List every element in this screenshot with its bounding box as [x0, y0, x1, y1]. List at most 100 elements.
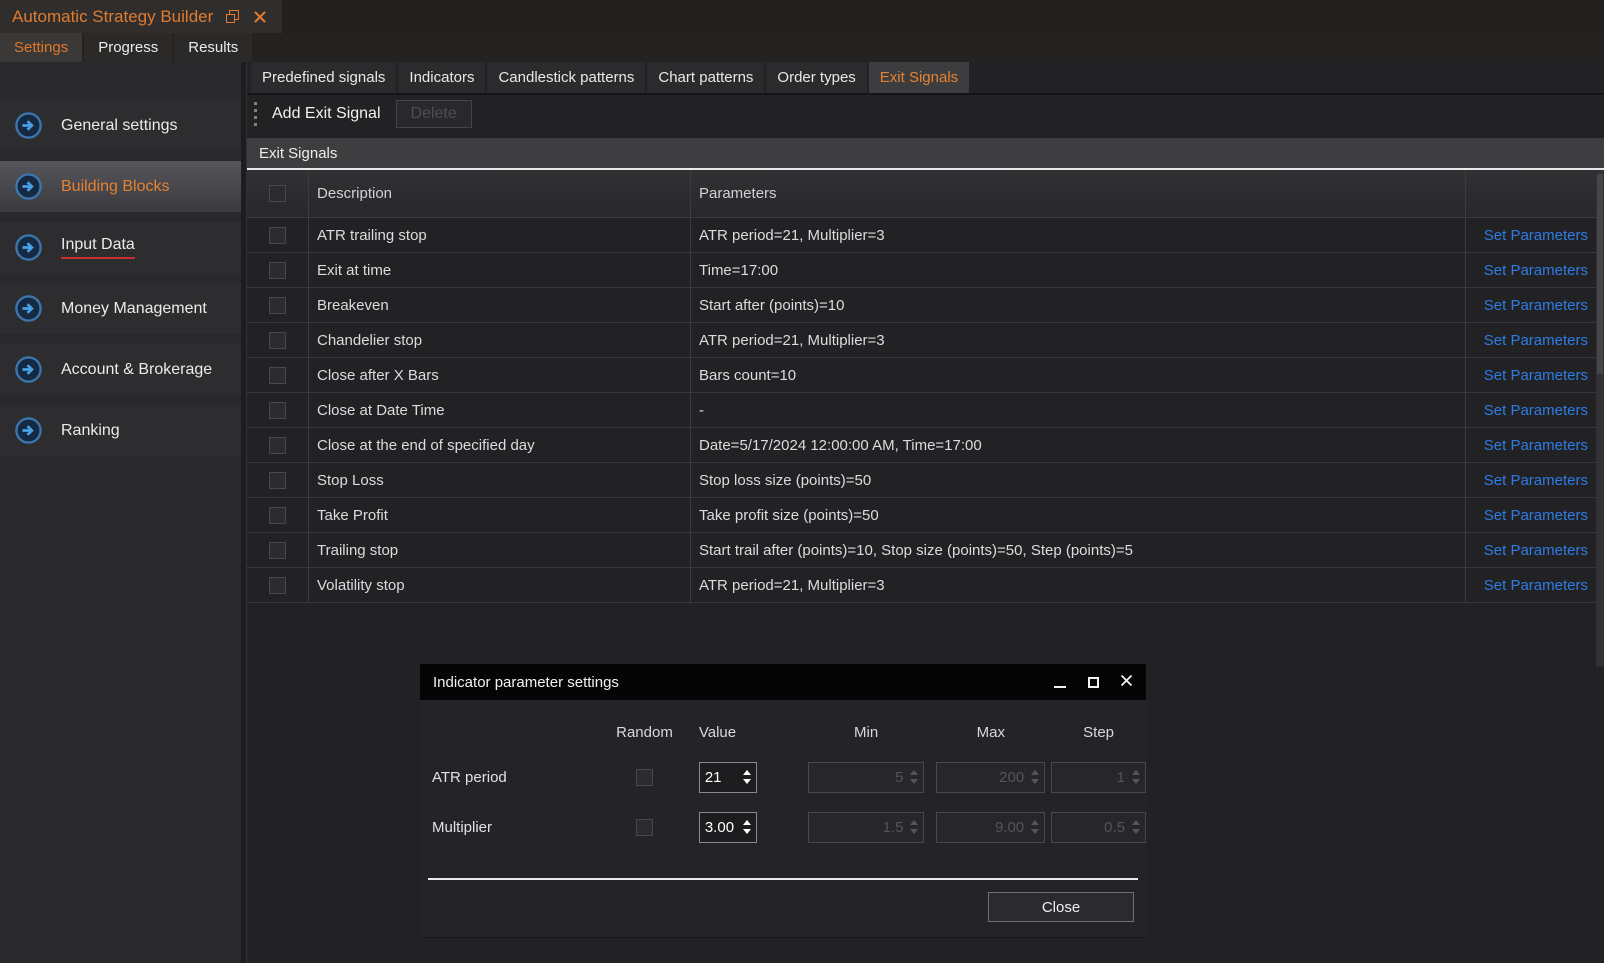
step-cell: 1 — [1051, 762, 1146, 793]
dialog-window-controls — [1054, 674, 1133, 691]
row-checkbox-cell — [247, 533, 308, 567]
set-parameters-link[interactable]: Set Parameters — [1484, 542, 1588, 559]
up-down-arrows-icon[interactable] — [743, 770, 751, 784]
row-checkbox[interactable] — [269, 507, 286, 524]
vertical-scrollbar[interactable] — [1596, 172, 1604, 667]
row-parameters: Stop loss size (points)=50 — [690, 463, 1465, 497]
set-parameters-link[interactable]: Set Parameters — [1484, 402, 1588, 419]
doc-tab-settings[interactable]: Settings — [0, 33, 82, 62]
circle-arrow-right-icon — [14, 233, 43, 262]
row-description: Take Profit — [308, 498, 690, 532]
circle-arrow-right-icon — [14, 416, 43, 445]
row-checkbox[interactable] — [269, 332, 286, 349]
row-checkbox[interactable] — [269, 437, 286, 454]
parameters-column-header[interactable]: Parameters — [690, 170, 1465, 217]
row-checkbox[interactable] — [269, 402, 286, 419]
table-row[interactable]: Stop Loss Stop loss size (points)=50 Set… — [247, 463, 1604, 498]
table-row[interactable]: Close at Date Time - Set Parameters — [247, 393, 1604, 428]
building-blocks-tab-bar: Predefined signals Indicators Candlestick … — [247, 62, 1604, 95]
tab-predefined-signals[interactable]: Predefined signals — [251, 62, 396, 93]
set-parameters-link[interactable]: Set Parameters — [1484, 227, 1588, 244]
set-parameters-link[interactable]: Set Parameters — [1484, 367, 1588, 384]
up-down-arrows-icon[interactable] — [743, 820, 751, 834]
sidebar-item-label: Account & Brokerage — [61, 361, 212, 379]
sidebar-item-input-data[interactable]: Input Data — [0, 222, 241, 273]
random-column-header: Random — [590, 724, 699, 741]
set-parameters-link[interactable]: Set Parameters — [1484, 332, 1588, 349]
tab-candlestick-patterns[interactable]: Candlestick patterns — [487, 62, 645, 93]
row-action-cell: Set Parameters — [1465, 323, 1596, 357]
value-spinner[interactable]: 21 — [699, 762, 757, 793]
set-parameters-link[interactable]: Set Parameters — [1484, 297, 1588, 314]
close-icon[interactable] — [253, 10, 267, 24]
tab-exit-signals[interactable]: Exit Signals — [869, 62, 969, 93]
up-down-arrows-icon — [1132, 770, 1140, 784]
random-cell — [590, 769, 699, 786]
row-checkbox[interactable] — [269, 262, 286, 279]
sidebar-item-ranking[interactable]: Ranking — [0, 405, 241, 456]
random-checkbox[interactable] — [636, 819, 653, 836]
row-action-cell: Set Parameters — [1465, 288, 1596, 322]
set-parameters-link[interactable]: Set Parameters — [1484, 507, 1588, 524]
table-row[interactable]: Close after X Bars Bars count=10 Set Par… — [247, 358, 1604, 393]
row-checkbox[interactable] — [269, 367, 286, 384]
minimize-icon[interactable] — [1054, 676, 1067, 689]
group-title: Exit Signals — [259, 145, 337, 162]
sidebar-item-label: General settings — [61, 117, 178, 135]
building-tab-label: Indicators — [409, 69, 474, 86]
row-parameters: ATR period=21, Multiplier=3 — [690, 218, 1465, 252]
sidebar-item-label: Building Blocks — [61, 178, 170, 196]
doc-tab-results[interactable]: Results — [174, 33, 252, 62]
random-checkbox[interactable] — [636, 769, 653, 786]
table-row[interactable]: Chandelier stop ATR period=21, Multiplie… — [247, 323, 1604, 358]
row-checkbox[interactable] — [269, 472, 286, 489]
maximize-icon[interactable] — [1088, 677, 1099, 688]
window-title-tab[interactable]: Automatic Strategy Builder — [0, 0, 282, 33]
value-spinner[interactable]: 3.00 — [699, 812, 757, 843]
row-action-cell: Set Parameters — [1465, 253, 1596, 287]
tab-indicators[interactable]: Indicators — [398, 62, 485, 93]
building-tab-label: Chart patterns — [658, 69, 753, 86]
set-parameters-link[interactable]: Set Parameters — [1484, 437, 1588, 454]
indicator-parameter-settings-dialog: Indicator parameter settings Random Valu… — [420, 664, 1146, 938]
table-row[interactable]: Close at the end of specified day Date=5… — [247, 428, 1604, 463]
sidebar-item-general-settings[interactable]: General settings — [0, 100, 241, 151]
window-title: Automatic Strategy Builder — [12, 7, 213, 27]
row-checkbox[interactable] — [269, 297, 286, 314]
row-checkbox[interactable] — [269, 577, 286, 594]
row-parameters: Bars count=10 — [690, 358, 1465, 392]
drag-dots-icon[interactable] — [254, 102, 257, 126]
add-exit-signal-button[interactable]: Add Exit Signal — [272, 105, 381, 123]
building-tab-label: Predefined signals — [262, 69, 385, 86]
row-description: Trailing stop — [308, 533, 690, 567]
sidebar-item-money-management[interactable]: Money Management — [0, 283, 241, 334]
sidebar-item-account-brokerage[interactable]: Account & Brokerage — [0, 344, 241, 395]
select-all-checkbox[interactable] — [269, 185, 286, 202]
scrollbar-thumb[interactable] — [1597, 174, 1603, 374]
table-row[interactable]: ATR trailing stop ATR period=21, Multipl… — [247, 218, 1604, 253]
up-down-arrows-icon — [1132, 820, 1140, 834]
table-row[interactable]: Exit at time Time=17:00 Set Parameters — [247, 253, 1604, 288]
doc-tab-progress[interactable]: Progress — [84, 33, 172, 62]
row-checkbox[interactable] — [269, 542, 286, 559]
tab-chart-patterns[interactable]: Chart patterns — [647, 62, 764, 93]
table-row[interactable]: Take Profit Take profit size (points)=50… — [247, 498, 1604, 533]
row-checkbox[interactable] — [269, 227, 286, 244]
set-parameters-link[interactable]: Set Parameters — [1484, 262, 1588, 279]
set-parameters-link[interactable]: Set Parameters — [1484, 577, 1588, 594]
table-row[interactable]: Trailing stop Start trail after (points)… — [247, 533, 1604, 568]
row-checkbox-cell — [247, 463, 308, 497]
dialog-titlebar[interactable]: Indicator parameter settings — [420, 664, 1146, 700]
row-description: Exit at time — [308, 253, 690, 287]
document-tab-label: Settings — [14, 39, 68, 56]
description-column-header[interactable]: Description — [308, 170, 690, 217]
close-button[interactable]: Close — [988, 892, 1134, 922]
sidebar-item-building-blocks[interactable]: Building Blocks — [0, 161, 241, 212]
min-cell: 1.5 — [808, 812, 925, 843]
table-row[interactable]: Volatility stop ATR period=21, Multiplie… — [247, 568, 1604, 603]
tab-order-types[interactable]: Order types — [766, 62, 866, 93]
set-parameters-link[interactable]: Set Parameters — [1484, 472, 1588, 489]
restore-window-icon[interactable] — [226, 10, 240, 24]
close-icon[interactable] — [1120, 674, 1133, 691]
table-row[interactable]: Breakeven Start after (points)=10 Set Pa… — [247, 288, 1604, 323]
